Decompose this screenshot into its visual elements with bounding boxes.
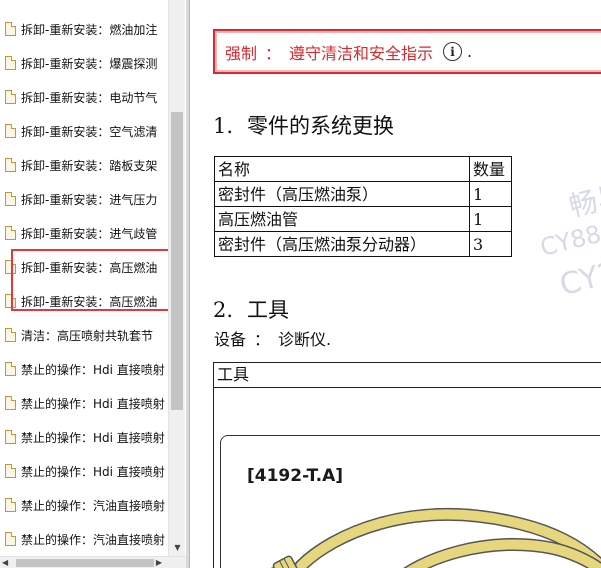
- hose-tool-drawing: [261, 508, 601, 568]
- tree-item-label: 清洁：高压喷射共轨套节: [21, 328, 154, 343]
- tree-item[interactable]: 禁止的操作：汽油直接喷射: [0, 522, 168, 556]
- tree-item-label: 禁止的操作：汽油直接喷射: [21, 532, 166, 547]
- table-row: 密封件（高压燃油泵） 1: [214, 181, 512, 207]
- tree-item[interactable]: 拆卸-重新安装：进气歧管: [0, 216, 168, 250]
- column-header-name: 名称: [214, 156, 470, 182]
- tree-item[interactable]: 拆卸-重新安装：进气压力: [0, 182, 168, 216]
- table-header-row: 名称 数量: [214, 156, 512, 182]
- tree-item-label: 拆卸-重新安装：空气滤清: [21, 124, 158, 139]
- tree-horizontal-scrollbar[interactable]: ◀ ▶: [0, 556, 186, 568]
- tools-table: 工具 [4192-T.A]: [213, 362, 601, 568]
- document-icon: [5, 396, 16, 410]
- part-quantity-cell: 1: [469, 181, 512, 207]
- tree-item[interactable]: 禁止的操作：Hdi 直接喷射: [0, 352, 168, 386]
- part-name-cell: 密封件（高压燃油泵分动器）: [214, 231, 470, 257]
- document-icon: [5, 328, 16, 342]
- document-tree: 拆卸-重新安装：燃油加注 拆卸-重新安装：爆震探测 拆卸-重新安装：电动节气 拆…: [0, 0, 168, 556]
- document-icon: [5, 362, 16, 376]
- arrow-left-icon[interactable]: ◀: [2, 557, 8, 568]
- tree-item[interactable]: 拆卸-重新安装：燃油加注: [0, 12, 168, 46]
- info-icon: i: [443, 42, 463, 61]
- part-quantity-cell: 3: [469, 231, 512, 257]
- watermark-line: CY888.com: [537, 201, 601, 262]
- tree-item-label: 拆卸-重新安装：电动节气: [21, 90, 158, 105]
- table-row: 密封件（高压燃油泵分动器） 3: [214, 231, 512, 257]
- horizontal-scroll-thumb[interactable]: [16, 559, 154, 567]
- document-viewer: 强制 ： 遵守清洁和安全指示 i . 1. 零件的系统更换 名称 数量 密封件（高…: [191, 0, 601, 568]
- column-header-quantity: 数量: [469, 156, 512, 182]
- warning-box: 强制 ： 遵守清洁和安全指示 i .: [213, 29, 601, 74]
- document-icon: [5, 498, 16, 512]
- document-icon: [5, 532, 16, 546]
- warning-colon: ：: [265, 43, 282, 63]
- tree-item[interactable]: 禁止的操作：汽油直接喷射: [0, 488, 168, 522]
- document-icon: [5, 260, 16, 274]
- tree-item-label: 禁止的操作：Hdi 直接喷射: [21, 430, 165, 445]
- tree-item[interactable]: 拆卸-重新安装：空气滤清: [0, 114, 168, 148]
- tree-item-label: 拆卸-重新安装：燃油加注: [21, 22, 158, 37]
- tree-item-label: 禁止的操作：Hdi 直接喷射: [21, 362, 165, 377]
- warning-text: 遵守清洁和安全指示: [289, 43, 434, 63]
- equipment-colon: ：: [254, 330, 271, 349]
- part-quantity-cell: 1: [469, 206, 512, 232]
- equipment-label: 设备: [214, 330, 247, 349]
- tree-item[interactable]: 清洁：高压喷射共轨套节: [0, 318, 168, 352]
- tree-item-label: 拆卸-重新安装：进气歧管: [21, 226, 158, 241]
- warning-label: 强制: [225, 43, 258, 63]
- document-icon: [5, 22, 16, 36]
- tree-item-label: 拆卸-重新安装：爆震探测: [21, 56, 158, 71]
- tree-item[interactable]: 拆卸-重新安装：踏板支架: [0, 148, 168, 182]
- part-name-cell: 高压燃油管: [214, 206, 470, 232]
- section-number: 1.: [213, 114, 234, 138]
- tree-item-label: 拆卸-重新安装：踏板支架: [21, 158, 158, 173]
- tree-item-label: 禁止的操作：Hdi 直接喷射: [21, 464, 165, 479]
- document-icon: [5, 90, 16, 104]
- tree-item-label: 禁止的操作：Hdi 直接喷射: [21, 396, 165, 411]
- section-heading-parts: 1. 零件的系统更换: [213, 110, 394, 140]
- tree-item[interactable]: 禁止的操作：Hdi 直接喷射: [0, 386, 168, 420]
- document-icon: [5, 192, 16, 206]
- document-icon: [5, 158, 16, 172]
- tree-item[interactable]: 禁止的操作：Hdi 直接喷射: [0, 420, 168, 454]
- equipment-line: 设备 ： 诊断仪.: [214, 326, 331, 350]
- watermark-line: 畅易: [565, 177, 601, 224]
- part-name-cell: 密封件（高压燃油泵）: [214, 181, 470, 207]
- tree-item-label: 拆卸-重新安装：进气压力: [21, 192, 158, 207]
- tree-item-label: 拆卸-重新安装：高压燃油: [21, 260, 158, 275]
- document-icon: [5, 464, 16, 478]
- section-number: 2.: [213, 298, 234, 322]
- watermark-line: CY20165: [556, 236, 601, 304]
- tree-item[interactable]: 禁止的操作：Hdi 直接喷射: [0, 454, 168, 488]
- document-icon: [5, 294, 16, 308]
- document-icon: [5, 56, 16, 70]
- tree-item-highlighted[interactable]: 拆卸-重新安装：高压燃油: [0, 250, 168, 284]
- watermark: 畅易 CY888.com CY20165: [518, 150, 601, 334]
- tools-table-header: 工具: [214, 363, 601, 388]
- section-title: 工具: [247, 298, 290, 322]
- tree-vertical-scrollbar[interactable]: ▼: [168, 0, 185, 556]
- warning-period: .: [467, 42, 473, 61]
- tree-item-highlighted[interactable]: 拆卸-重新安装：高压燃油: [0, 284, 168, 318]
- document-icon: [5, 124, 16, 138]
- arrow-right-icon[interactable]: ▶: [156, 557, 162, 568]
- arrow-down-icon[interactable]: ▼: [169, 539, 186, 556]
- document-icon: [5, 226, 16, 240]
- tree-item-label: 禁止的操作：汽油直接喷射: [21, 498, 166, 513]
- section-heading-tools: 2. 工具: [213, 294, 289, 324]
- tree-item[interactable]: 拆卸-重新安装：电动节气: [0, 80, 168, 114]
- section-title: 零件的系统更换: [247, 114, 395, 138]
- pane-splitter[interactable]: [186, 0, 190, 568]
- parts-table: 名称 数量 密封件（高压燃油泵） 1 高压燃油管 1 密封件（高压燃油泵分动器）…: [214, 156, 512, 257]
- vertical-scroll-thumb[interactable]: [171, 112, 183, 410]
- document-icon: [5, 430, 16, 444]
- table-row: 高压燃油管 1: [214, 206, 512, 232]
- tree-item[interactable]: 拆卸-重新安装：爆震探测: [0, 46, 168, 80]
- tree-item-label: 拆卸-重新安装：高压燃油: [21, 294, 158, 309]
- equipment-value: 诊断仪.: [278, 330, 332, 349]
- tool-illustration: [4192-T.A]: [220, 435, 601, 568]
